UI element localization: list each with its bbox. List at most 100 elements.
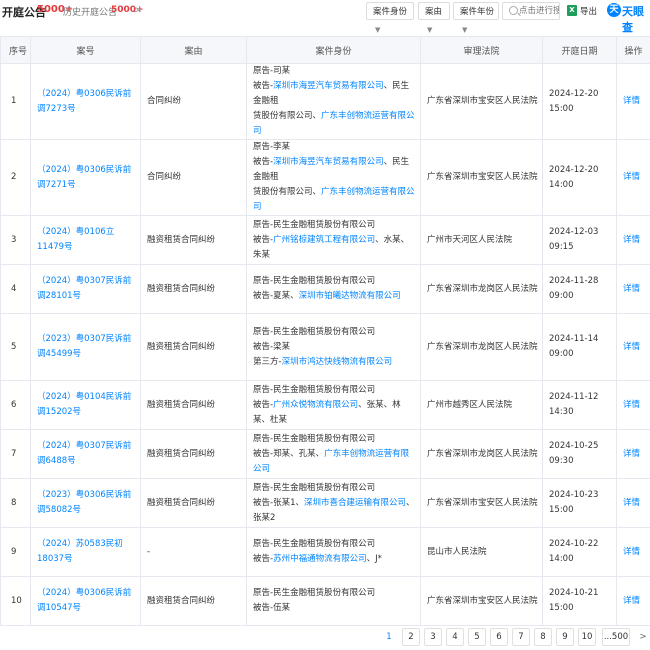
cell-case-no-text[interactable]: （2024）粤0307民诉前调28101号	[37, 276, 131, 301]
history-link[interactable]: 历史开庭公告	[63, 5, 117, 18]
page-button-9[interactable]: 9	[556, 628, 574, 646]
party-company-link[interactable]: 深圳市铂曦达物流有限公司	[299, 291, 401, 301]
cell-cause-text: 融资租赁合同纠纷	[147, 448, 216, 459]
cell-case-no-text[interactable]: （2024）粤0307民诉前调6488号	[37, 441, 131, 466]
col-header-seq: 序号	[0, 36, 31, 64]
party-company-link[interactable]: 广州众悦物流有限公司	[273, 400, 358, 410]
export-button[interactable]: X 导出	[565, 2, 597, 20]
cell-case-no[interactable]: （2024）粤0306民诉前调10547号	[30, 576, 141, 626]
detail-link[interactable]: 详情	[623, 284, 640, 294]
detail-link[interactable]: 详情	[623, 400, 640, 410]
page-button-6[interactable]: 6	[490, 628, 508, 646]
cell-case-no-text[interactable]: （2024）粤0306民诉前调7273号	[37, 89, 131, 114]
page-button-4[interactable]: 4	[446, 628, 464, 646]
cell-case-no-text[interactable]: （2024）粤0106立11479号	[37, 227, 114, 252]
party-text: 被告-	[253, 554, 274, 564]
party-text: 被告-梁某	[253, 341, 291, 352]
filter-cause[interactable]: 案由 ▼	[418, 2, 450, 34]
party-company-link[interactable]: 深圳市喜合建运输有限公司	[304, 498, 406, 508]
cell-cause-text: 融资租赁合同纠纷	[147, 497, 216, 508]
page-button-10[interactable]: 10	[578, 628, 596, 646]
party-company-link[interactable]: 广州铭椋建筑工程有限公司	[273, 235, 375, 245]
cell-cause: 合同纠纷	[140, 139, 247, 216]
detail-link[interactable]: 详情	[623, 449, 640, 459]
cell-date-text: 2024-11-14 09:00	[549, 334, 599, 359]
cell-case-no[interactable]: （2023）粤0306民诉前调58082号	[30, 478, 141, 528]
cell-seq-text: 9	[11, 546, 17, 557]
cell-seq: 1	[0, 63, 31, 140]
detail-link[interactable]: 详情	[623, 172, 640, 182]
page-button-3[interactable]: 3	[424, 628, 442, 646]
party-text: 被告-郑某、孔某、	[253, 448, 325, 459]
cell-date: 2024-11-12 14:30	[542, 380, 617, 430]
page-button-2[interactable]: 2	[402, 628, 420, 646]
col-header-cause: 案由	[140, 36, 247, 64]
cell-case-no-text[interactable]: （2024）粤0306民诉前调10547号	[37, 588, 131, 613]
cell-case-no[interactable]: （2024）粤0104民诉前调15202号	[30, 380, 141, 430]
cell-case-no-text[interactable]: （2024）粤0306民诉前调7271号	[37, 165, 131, 190]
cell-cause: 融资租赁合同纠纷	[140, 264, 247, 314]
cell-case-no[interactable]: （2023）粤0307民诉前调45499号	[30, 313, 141, 381]
detail-link[interactable]: 详情	[623, 96, 640, 106]
cell-action[interactable]: 详情	[616, 63, 650, 140]
filter-case-year[interactable]: 案件年份 ▼	[453, 2, 499, 34]
cell-case-no[interactable]: （2024）苏0583民初18037号	[30, 527, 141, 577]
cell-seq-text: 8	[11, 497, 17, 508]
cell-case-no[interactable]: （2024）粤0306民诉前调7273号	[30, 63, 141, 140]
cell-action[interactable]: 详情	[616, 313, 650, 381]
cell-action[interactable]: 详情	[616, 139, 650, 216]
cell-case-no[interactable]: （2024）粤0306民诉前调7271号	[30, 139, 141, 216]
cell-case-no[interactable]: （2024）粤0307民诉前调6488号	[30, 429, 141, 479]
cell-court: 广东省深圳市宝安区人民法院	[420, 139, 543, 216]
cell-action[interactable]: 详情	[616, 429, 650, 479]
cell-cause-text: 合同纠纷	[147, 172, 182, 182]
detail-link[interactable]: 详情	[623, 498, 640, 508]
page-button-8[interactable]: 8	[534, 628, 552, 646]
cell-identity: 原告-李某 被告-深圳市海昱汽车贸易有限公司、民生金融租 赁股份有限公司、广东丰创物…	[246, 139, 421, 216]
detail-link[interactable]: 详情	[623, 235, 640, 245]
cell-seq-text: 10	[11, 595, 22, 606]
search-box[interactable]	[502, 2, 560, 20]
chevron-right-icon[interactable]: >	[133, 3, 142, 16]
cell-identity: 原告-民生金融租赁股份有限公司 被告-梁某 第三方-深圳市鸿达快线物流有限公司	[246, 313, 421, 381]
party-company-link[interactable]: 深圳市鸿达快线物流有限公司	[282, 357, 393, 367]
cell-case-no-text[interactable]: （2023）粤0307民诉前调45499号	[37, 334, 131, 359]
identity-line: 被告-深圳市海昱汽车贸易有限公司、民生金融租	[253, 155, 416, 185]
party-company-link[interactable]: 深圳市海昱汽车贸易有限公司	[273, 81, 384, 91]
cell-identity: 原告-民生金融租赁股份有限公司 被告-郑某、孔某、广东丰创物流运营有限公司	[246, 429, 421, 479]
detail-link[interactable]: 详情	[623, 596, 640, 606]
cell-action[interactable]: 详情	[616, 264, 650, 314]
page-button-5[interactable]: 5	[468, 628, 486, 646]
page-button-7[interactable]: 7	[512, 628, 530, 646]
cell-case-no[interactable]: （2024）粤0307民诉前调28101号	[30, 264, 141, 314]
cell-date: 2024-10-23 15:00	[542, 478, 617, 528]
cell-case-no-text[interactable]: （2023）粤0306民诉前调58082号	[37, 490, 131, 515]
identity-line: 被告-广州众悦物流有限公司、张某、林某、杜某	[253, 398, 416, 428]
cell-case-no-text[interactable]: （2024）苏0583民初18037号	[37, 539, 123, 564]
cell-date: 2024-10-21 15:00	[542, 576, 617, 626]
table-row: 4 （2024）粤0307民诉前调28101号 融资租赁合同纠纷 原告-民生金融租赁股…	[0, 264, 650, 314]
cell-case-no-text[interactable]: （2024）粤0104民诉前调15202号	[37, 392, 131, 417]
identity-line: 被告-伍某	[253, 601, 416, 616]
cell-seq: 5	[0, 313, 31, 381]
party-company-link[interactable]: 苏州中福通物流有限公司	[273, 554, 367, 564]
filter-case-identity[interactable]: 案件身份 ▼	[366, 2, 414, 34]
cell-action[interactable]: 详情	[616, 478, 650, 528]
search-input[interactable]	[519, 4, 559, 18]
cell-date: 2024-10-25 09:30	[542, 429, 617, 479]
page-button-1[interactable]: 1	[380, 628, 398, 646]
cell-action[interactable]: 详情	[616, 380, 650, 430]
cell-date-text: 2024-12-20 14:00	[549, 164, 599, 190]
page-button-11[interactable]: ...500	[602, 628, 630, 646]
detail-link[interactable]: 详情	[623, 547, 640, 557]
next-page-icon[interactable]: >	[634, 628, 650, 646]
cell-identity: 原告-民生金融租赁股份有限公司 被告-张某1、深圳市喜合建运输有限公司、张某2	[246, 478, 421, 528]
identity-line: 被告-梁某	[253, 340, 416, 355]
filter-label: 案由	[425, 7, 443, 17]
cell-action[interactable]: 详情	[616, 576, 650, 626]
cell-action[interactable]: 详情	[616, 527, 650, 577]
party-company-link[interactable]: 深圳市海昱汽车贸易有限公司	[273, 157, 384, 167]
cell-case-no[interactable]: （2024）粤0106立11479号	[30, 215, 141, 265]
detail-link[interactable]: 详情	[623, 342, 640, 352]
cell-action[interactable]: 详情	[616, 215, 650, 265]
